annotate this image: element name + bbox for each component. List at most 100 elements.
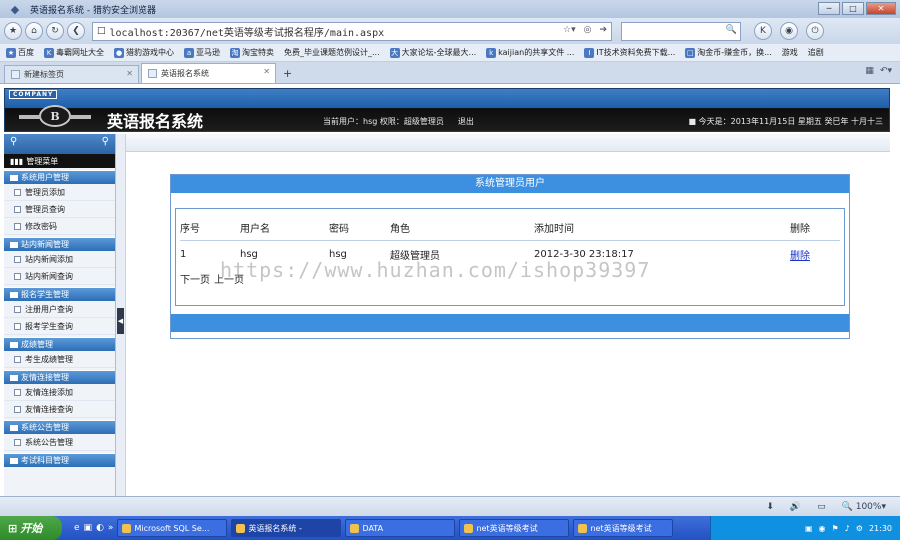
item-icon: [14, 222, 21, 230]
address-bar[interactable]: □ localhost:20367/net英语等级考试报名程序/main.asp…: [92, 21, 612, 41]
sidebar-group-news[interactable]: 站内新闻管理: [4, 237, 115, 251]
sidebar-group-system-users[interactable]: 系统用户管理: [4, 170, 115, 184]
tab-english-registration[interactable]: 英语报名系统 ✕: [141, 63, 276, 83]
quick-launch-media-icon[interactable]: ◐: [96, 523, 104, 533]
favorite-item[interactable]: k kaijian的共享文件 ...: [486, 47, 574, 58]
content-top-strip: [126, 134, 890, 152]
favorite-item[interactable]: ● 猎豹游戏中心: [114, 47, 174, 58]
start-button[interactable]: ⊞ 开始: [0, 516, 62, 540]
sidebar-item-admin-add[interactable]: 管理员添加: [4, 184, 115, 201]
sidebar-item-score-manage[interactable]: 考生成绩管理: [4, 351, 115, 368]
zoom-control[interactable]: 🔍 100%▾: [842, 502, 886, 512]
kingsoft-icon[interactable]: K: [754, 22, 772, 40]
item-icon: [14, 388, 21, 396]
company-badge: COMPANY: [9, 90, 58, 99]
close-window-button[interactable]: ✕: [866, 2, 896, 15]
back-button[interactable]: ❮: [67, 22, 85, 40]
sidebar-item-change-password[interactable]: 修改密码: [4, 218, 115, 235]
next-page-link[interactable]: 下一页: [180, 271, 210, 286]
sidebar-splitter[interactable]: ◀: [116, 134, 126, 496]
tray-icon[interactable]: ◉: [819, 524, 826, 533]
power-icon[interactable]: ⏻: [806, 22, 824, 40]
column-header: 序号: [180, 224, 200, 235]
collapse-arrow-icon[interactable]: ◀: [117, 308, 124, 334]
item-icon: [14, 255, 21, 263]
item-icon: [14, 438, 21, 446]
delete-link[interactable]: 删除: [790, 247, 840, 262]
favorite-item[interactable]: 大大家论坛-全球最大...: [389, 47, 476, 58]
tab-back-icon[interactable]: ↶▾: [880, 66, 892, 76]
sidebar-group-announcements[interactable]: 系统公告管理: [4, 420, 115, 434]
group-icon: [10, 174, 18, 181]
sidebar-item-admin-query[interactable]: 管理员查询: [4, 201, 115, 218]
date-info: ■ 今天是：2013年11月15日 星期五 癸巳年 十月十三: [688, 117, 883, 126]
search-icon[interactable]: 🔍: [726, 25, 737, 35]
group-icon: [10, 291, 18, 298]
favorite-item[interactable]: K 毒霸网址大全: [44, 47, 104, 58]
tray-icon[interactable]: ▣: [805, 524, 813, 533]
secure-icon[interactable]: ◎: [584, 25, 592, 35]
favorite-item[interactable]: 追剧: [808, 47, 824, 58]
sidebar-item-announcement-manage[interactable]: 系统公告管理: [4, 434, 115, 451]
new-tab-plus-icon[interactable]: +: [283, 67, 292, 80]
tab-grid-icon[interactable]: ▦: [865, 66, 874, 76]
favorite-icon: ●: [114, 47, 124, 58]
favorite-item[interactable]: ★ 百度: [6, 47, 34, 58]
go-arrow-icon[interactable]: ➔: [599, 25, 607, 35]
logout-link[interactable]: 退出: [458, 116, 474, 127]
sidebar-item-registered-users[interactable]: 注册用户查询: [4, 301, 115, 318]
browser-status-bar: ⬇ 🔊 ▭ 🔍 100%▾: [0, 496, 900, 516]
favorite-icon: 大: [389, 47, 400, 58]
clock[interactable]: 21:30: [869, 524, 892, 533]
taskbar-item-data-folder[interactable]: DATA: [345, 519, 456, 537]
close-tab-icon[interactable]: ✕: [126, 69, 133, 78]
tray-icon[interactable]: ♪: [845, 524, 850, 533]
close-tab-icon[interactable]: ✕: [263, 67, 270, 76]
pin-right-icon: ⚲: [101, 136, 109, 147]
item-icon: [14, 205, 21, 213]
favorite-item[interactable]: a 亚马逊: [184, 47, 220, 58]
favorite-item[interactable]: 游戏: [782, 47, 798, 58]
favorite-item[interactable]: 免费_毕业课题范例设计_...: [284, 47, 380, 58]
bookmark-star-icon[interactable]: ☆▾: [563, 25, 576, 35]
sidebar-menu-title: ▮▮▮ 管理菜单: [4, 154, 115, 168]
volume-icon[interactable]: 🔊: [790, 502, 801, 512]
favorite-icon: K: [44, 47, 54, 58]
taskbar-item-net-vs[interactable]: net英语等级考试: [573, 519, 674, 537]
tray-icon[interactable]: ⚙: [856, 524, 863, 533]
minimize-button[interactable]: ─: [818, 2, 840, 15]
window-icon[interactable]: ▭: [817, 502, 826, 512]
sidebar-item-news-add[interactable]: 站内新闻添加: [4, 251, 115, 268]
tab-new-tab[interactable]: 新建标签页 ✕: [4, 65, 139, 83]
taskbar-item-net-folder[interactable]: net英语等级考试: [459, 519, 570, 537]
column-header: 删除: [790, 224, 810, 235]
sidebar-item-link-query[interactable]: 友情连接查询: [4, 401, 115, 418]
taskbar-item-sql[interactable]: Microsoft SQL Se...: [117, 519, 228, 537]
windows-logo-icon: ⊞: [8, 521, 18, 535]
quick-launch-ie-icon[interactable]: e: [74, 523, 80, 533]
folder-icon: [464, 523, 474, 533]
favorite-icon: ★: [6, 47, 16, 58]
download-icon[interactable]: ⬇: [766, 502, 774, 512]
home-button[interactable]: ⌂: [25, 22, 43, 40]
maximize-button[interactable]: □: [842, 2, 864, 15]
search-box[interactable]: 🔍: [621, 21, 741, 41]
favorite-star-button[interactable]: ★: [4, 22, 22, 40]
refresh-button[interactable]: ↻: [46, 22, 64, 40]
quick-launch-desktop-icon[interactable]: ▣: [84, 523, 93, 533]
speed-icon[interactable]: ◉: [780, 22, 798, 40]
favorite-item[interactable]: □ 淘金币-赚金币，换...: [685, 47, 772, 58]
taskbar-item-browser[interactable]: 英语报名系统 -: [231, 519, 342, 537]
sidebar-item-news-query[interactable]: 站内新闻查询: [4, 268, 115, 285]
sidebar-item-exam-students[interactable]: 报考学生查询: [4, 318, 115, 335]
favorite-item[interactable]: I IT技术资料免费下载...: [584, 47, 675, 58]
sidebar-group-students[interactable]: 报名学生管理: [4, 287, 115, 301]
quick-launch-more-icon[interactable]: »: [108, 523, 114, 533]
tray-icon[interactable]: ⚑: [831, 524, 838, 533]
sidebar-group-links[interactable]: 友情连接管理: [4, 370, 115, 384]
sidebar-group-subjects[interactable]: 考试科目管理: [4, 453, 115, 467]
sidebar-item-link-add[interactable]: 友情连接添加: [4, 384, 115, 401]
sidebar-group-scores[interactable]: 成绩管理: [4, 337, 115, 351]
group-icon: [10, 374, 18, 381]
favorite-item[interactable]: 淘淘宝特卖: [230, 47, 274, 58]
